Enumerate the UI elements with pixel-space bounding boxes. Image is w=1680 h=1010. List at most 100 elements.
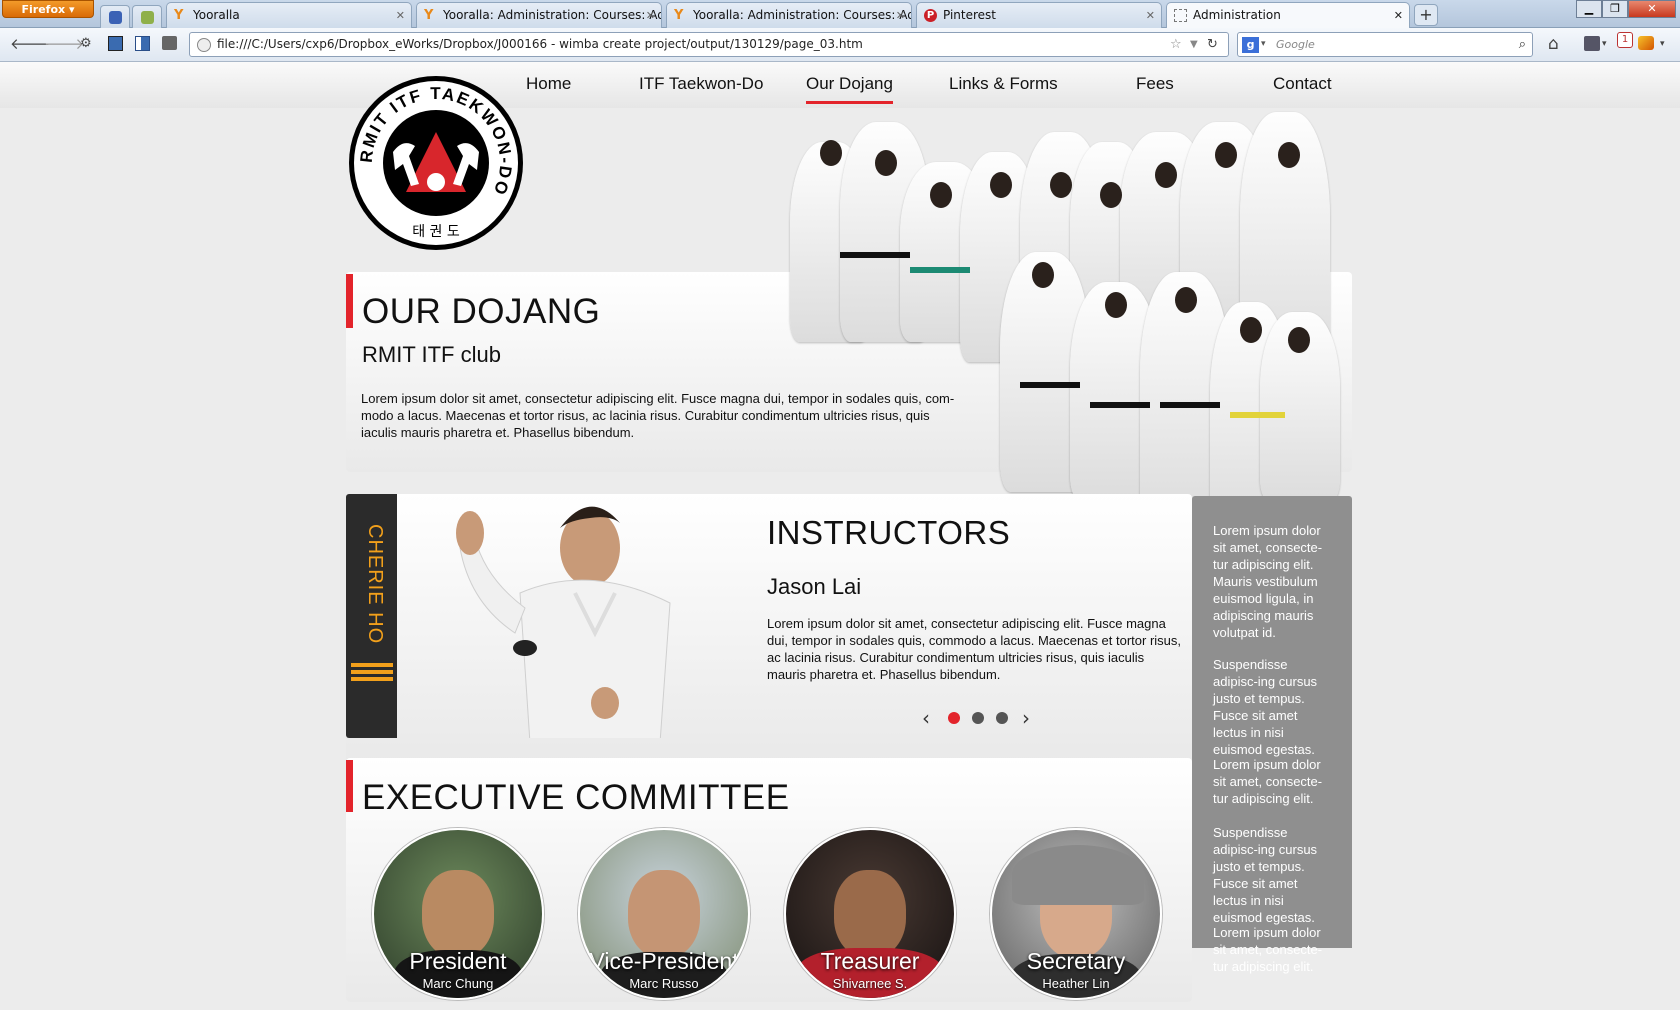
committee-member-vice-president[interactable]: Vice-President Marc Russo xyxy=(578,828,750,1000)
committee-title: EXECUTIVE COMMITTEE xyxy=(362,778,790,817)
nav-fees[interactable]: Fees xyxy=(1136,74,1174,94)
chevron-down-icon[interactable]: ▾ xyxy=(1261,33,1266,56)
chevron-left-icon[interactable]: ‹ xyxy=(922,708,930,728)
belt-stripes xyxy=(351,660,393,684)
nav-links-forms[interactable]: Links & Forms xyxy=(949,74,1058,94)
tab-title: Yooralla xyxy=(193,8,240,22)
dojang-accent-bar xyxy=(346,274,353,328)
committee-accent-bar xyxy=(346,760,353,812)
info-sidebar: Lorem ipsum dolor sit amet, consecte-tur… xyxy=(1192,496,1352,974)
notification-badge[interactable]: 1 xyxy=(1617,32,1633,48)
tab-title: Pinterest xyxy=(943,8,997,22)
google-search-engine-icon[interactable]: g xyxy=(1242,37,1259,53)
member-name: Marc Chung xyxy=(422,976,494,991)
search-bar[interactable]: g ▾ Google ⌕ xyxy=(1237,32,1533,57)
forward-arrow-icon[interactable]: 🡒 xyxy=(44,36,84,52)
nav-our-dojang[interactable]: Our Dojang xyxy=(806,74,893,104)
dojang-title: OUR DOJANG xyxy=(362,292,601,331)
yooralla-icon: Y xyxy=(174,8,184,23)
nav-itf-taekwon-do[interactable]: ITF Taekwon-Do xyxy=(639,74,763,94)
instructor-name: Jason Lai xyxy=(767,574,862,599)
member-photo xyxy=(628,870,700,958)
extension-icon[interactable] xyxy=(1638,36,1654,50)
reload-icon[interactable]: ↻ xyxy=(1207,33,1218,56)
plugin-icon[interactable]: ⚙ xyxy=(80,36,92,52)
nav-contact[interactable]: Contact xyxy=(1273,74,1332,94)
yooralla-icon: Y xyxy=(424,8,434,23)
tab-pinterest[interactable]: P Pinterest ✕ xyxy=(916,2,1162,28)
member-role: Treasurer xyxy=(820,948,920,974)
slide-pager: ‹ › xyxy=(922,708,1034,728)
instructor-photo xyxy=(456,506,671,738)
chevron-right-icon[interactable]: › xyxy=(1022,708,1030,728)
browser-nav-bar: 🡐 🡒 ⚙ file:///C:/Users/cxp6/Dropbox_eWor… xyxy=(0,28,1680,62)
close-tab-icon[interactable]: ✕ xyxy=(396,3,405,28)
member-photo xyxy=(834,870,906,958)
pinned-tab-1[interactable] xyxy=(100,5,130,28)
minimize-button[interactable]: ▁ xyxy=(1576,0,1602,18)
web-page: Home ITF Taekwon-Do Our Dojang Links & F… xyxy=(0,62,1680,1010)
belt-name: CHERIE HO xyxy=(364,524,386,645)
close-tab-icon[interactable]: ✕ xyxy=(896,3,905,28)
member-name: Heather Lin xyxy=(1042,976,1110,991)
tab-yooralla-admin-2[interactable]: Y Yooralla: Administration: Courses: Ad.… xyxy=(666,2,912,28)
site-identity-icon[interactable] xyxy=(197,38,211,52)
member-photo xyxy=(422,870,494,958)
tab-title: Yooralla: Administration: Courses: Ad... xyxy=(443,8,662,22)
tab-administration[interactable]: Administration ✕ xyxy=(1166,2,1410,29)
sidebar-toggle-icon[interactable] xyxy=(135,36,150,51)
pinterest-icon: P xyxy=(924,9,937,22)
instructor-body: Lorem ipsum dolor sit amet, consectetur … xyxy=(767,616,1182,682)
slide-dot-3[interactable] xyxy=(996,712,1008,724)
sidebar-paragraph: Suspendisse adipisc-ing cursus justo et … xyxy=(1213,657,1318,757)
tab-yooralla[interactable]: Y Yooralla ✕ xyxy=(166,2,412,28)
screen-icon[interactable] xyxy=(108,36,123,51)
member-name: Marc Russo xyxy=(629,976,699,991)
search-placeholder: Google xyxy=(1276,38,1315,51)
club-logo: RMIT ITF TAEKWON-DO 태 권 도 xyxy=(349,76,523,250)
blank-page-icon xyxy=(1174,9,1187,22)
firefox-menu-button[interactable]: Firefox ▾ xyxy=(2,0,94,18)
sidebar-paragraph: Suspendisse adipisc-ing cursus justo et … xyxy=(1213,825,1318,925)
history-dropdown-icon[interactable]: ▼ xyxy=(1190,33,1198,56)
addon-icon[interactable] xyxy=(1584,36,1600,51)
browser-tab-bar: Firefox ▾ Y Yooralla ✕ Y Yooralla: Admin… xyxy=(0,0,1680,29)
chevron-down-icon[interactable]: ▾ xyxy=(1602,36,1607,52)
nav-home[interactable]: Home xyxy=(526,74,571,94)
committee-member-secretary[interactable]: Secretary Heather Lin xyxy=(990,828,1162,1000)
slide-dot-1[interactable] xyxy=(948,712,960,724)
search-icon[interactable]: ⌕ xyxy=(1519,33,1526,56)
close-window-button[interactable]: ✕ xyxy=(1628,0,1676,18)
sidebar-paragraph: Lorem ipsum dolor sit amet, consecte-tur… xyxy=(1213,925,1323,974)
instructors-title: INSTRUCTORS xyxy=(767,514,1011,551)
slide-dot-2[interactable] xyxy=(972,712,984,724)
member-role: President xyxy=(409,948,507,974)
member-role: Secretary xyxy=(1026,948,1126,974)
close-tab-icon[interactable]: ✕ xyxy=(1146,3,1155,28)
close-tab-icon[interactable]: ✕ xyxy=(1394,3,1403,28)
toolbar-folder-icon[interactable] xyxy=(162,36,177,50)
committee-member-treasurer[interactable]: Treasurer Shivarnee S. xyxy=(784,828,956,1000)
bookmark-star-icon[interactable]: ☆ xyxy=(1170,33,1182,56)
restore-button[interactable]: ❐ xyxy=(1602,0,1628,18)
new-tab-button[interactable]: + xyxy=(1414,4,1438,26)
app-icon xyxy=(141,11,154,24)
yooralla-icon: Y xyxy=(674,8,684,23)
committee-member-president[interactable]: President Marc Chung xyxy=(372,828,544,1000)
app-icon xyxy=(109,11,122,24)
pinned-tab-2[interactable] xyxy=(132,5,162,28)
chevron-down-icon[interactable]: ▾ xyxy=(1660,36,1665,52)
url-bar[interactable]: file:///C:/Users/cxp6/Dropbox_eWorks/Dro… xyxy=(189,32,1229,57)
tab-title: Yooralla: Administration: Courses: Ad... xyxy=(693,8,912,22)
sidebar-paragraph: Lorem ipsum dolor sit amet, consecte-tur… xyxy=(1213,523,1323,640)
logo-korean-text: 태 권 도 xyxy=(412,224,460,240)
close-tab-icon[interactable]: ✕ xyxy=(646,3,655,28)
group-photo xyxy=(770,102,1360,532)
member-name: Shivarnee S. xyxy=(832,976,908,991)
sidebar-paragraph: Lorem ipsum dolor sit amet, consecte-tur… xyxy=(1213,757,1323,806)
dojang-subtitle: RMIT ITF club xyxy=(362,342,501,367)
url-text: file:///C:/Users/cxp6/Dropbox_eWorks/Dro… xyxy=(217,37,863,51)
tab-yooralla-admin-1[interactable]: Y Yooralla: Administration: Courses: Ad.… xyxy=(416,2,662,28)
member-role: Vice-President xyxy=(589,948,739,974)
home-icon[interactable]: ⌂ xyxy=(1548,36,1559,53)
